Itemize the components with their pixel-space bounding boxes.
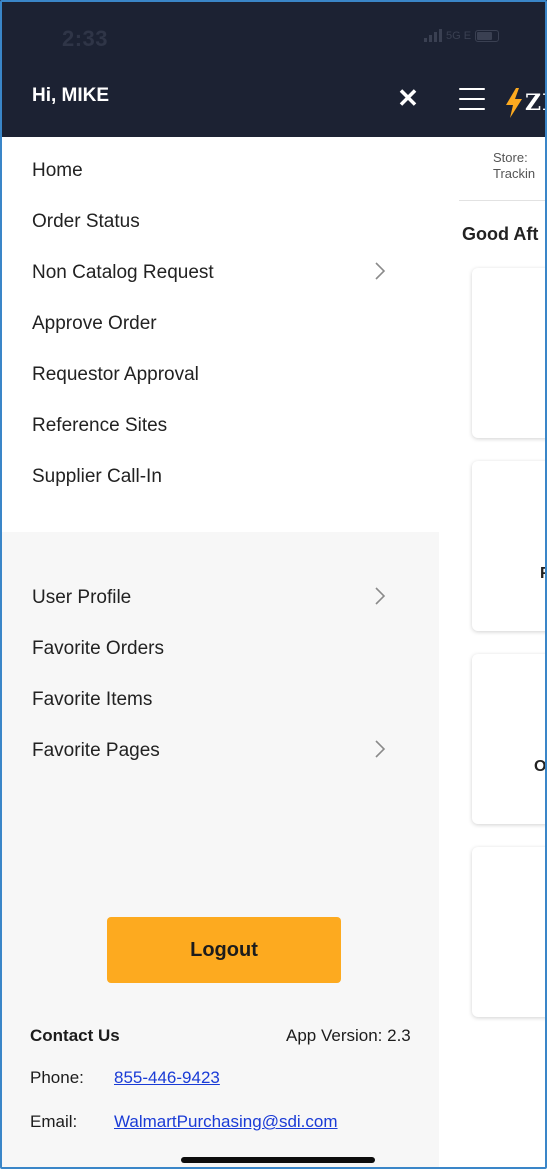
chevron-right-icon <box>372 738 388 760</box>
email-link[interactable]: WalmartPurchasing@sdi.com <box>114 1112 338 1132</box>
store-info: Store: Trackin <box>493 150 535 182</box>
menu-item-requestor-approval[interactable]: Requestor Approval <box>0 349 439 400</box>
network-type: 5G E <box>446 29 472 42</box>
status-time: 2:33 <box>62 26 109 51</box>
menu-item-favorite-pages[interactable]: Favorite Pages <box>0 725 439 776</box>
secondary-menu: User Profile Favorite Orders Favorite It… <box>0 532 439 776</box>
dashboard-card[interactable] <box>472 847 547 1017</box>
email-label: Email: <box>30 1112 78 1131</box>
page-greeting: Good Aft <box>462 224 539 244</box>
menu-item-reference-sites[interactable]: Reference Sites <box>0 400 439 451</box>
menu-item-label: Non Catalog Request <box>32 261 214 283</box>
dashboard-card[interactable]: F <box>472 461 547 631</box>
card-label: O <box>534 758 547 775</box>
menu-item-user-profile[interactable]: User Profile <box>0 572 439 623</box>
menu-item-label: Reference Sites <box>32 414 168 436</box>
logo-text: ZE <box>525 90 547 116</box>
phone-row: Phone: 855-446-9423 <box>30 1068 220 1088</box>
menu-item-label: Supplier Call-In <box>32 465 162 487</box>
phone-label: Phone: <box>30 1068 84 1087</box>
menu-item-home[interactable]: Home <box>0 145 439 196</box>
menu-item-label: Favorite Orders <box>32 637 164 659</box>
menu-item-favorite-orders[interactable]: Favorite Orders <box>0 623 439 674</box>
home-indicator[interactable] <box>181 1157 375 1163</box>
menu-item-label: Requestor Approval <box>32 363 199 385</box>
app-logo: ZE <box>505 83 547 123</box>
lightning-bolt-icon <box>506 88 522 118</box>
main-menu: Home Order Status Non Catalog Request Ap… <box>0 137 439 502</box>
hamburger-menu-icon[interactable] <box>459 88 485 110</box>
close-icon[interactable]: ✕ <box>392 78 424 118</box>
menu-item-label: Order Status <box>32 210 140 232</box>
menu-item-supplier-call-in[interactable]: Supplier Call-In <box>0 451 439 502</box>
drawer-header: Hi, MIKE ✕ <box>0 60 439 137</box>
tracking-label: Trackin <box>493 166 536 181</box>
menu-item-approve-order[interactable]: Approve Order <box>0 298 439 349</box>
store-label: Store: <box>493 150 528 165</box>
menu-item-label: Favorite Pages <box>32 739 160 761</box>
menu-item-label: Favorite Items <box>32 688 153 710</box>
user-greeting: Hi, MIKE <box>32 85 110 106</box>
divider <box>459 200 547 201</box>
chevron-right-icon <box>372 260 388 282</box>
menu-item-favorite-items[interactable]: Favorite Items <box>0 674 439 725</box>
navigation-drawer: Hi, MIKE ✕ Home Order Status Non Catalog… <box>0 60 439 1169</box>
email-row: Email: WalmartPurchasing@sdi.com <box>30 1112 338 1132</box>
drawer-secondary-section: User Profile Favorite Orders Favorite It… <box>0 532 439 1169</box>
dashboard-card[interactable]: O <box>472 654 547 824</box>
dashboard-card[interactable] <box>472 268 547 438</box>
menu-item-label: Home <box>32 159 83 181</box>
battery-icon <box>475 29 500 42</box>
chevron-right-icon <box>372 585 388 607</box>
phone-link[interactable]: 855-446-9423 <box>114 1068 220 1088</box>
menu-item-label: User Profile <box>32 586 132 608</box>
card-label: F <box>540 565 547 582</box>
logout-button[interactable]: Logout <box>107 917 341 983</box>
status-indicators: 5G E <box>424 29 500 42</box>
menu-item-non-catalog-request[interactable]: Non Catalog Request <box>0 247 439 298</box>
menu-item-order-status[interactable]: Order Status <box>0 196 439 247</box>
signal-icon <box>424 29 442 42</box>
menu-item-label: Approve Order <box>32 312 157 334</box>
contact-us-heading: Contact Us <box>30 1026 120 1045</box>
app-version: App Version: 2.3 <box>286 1026 411 1045</box>
